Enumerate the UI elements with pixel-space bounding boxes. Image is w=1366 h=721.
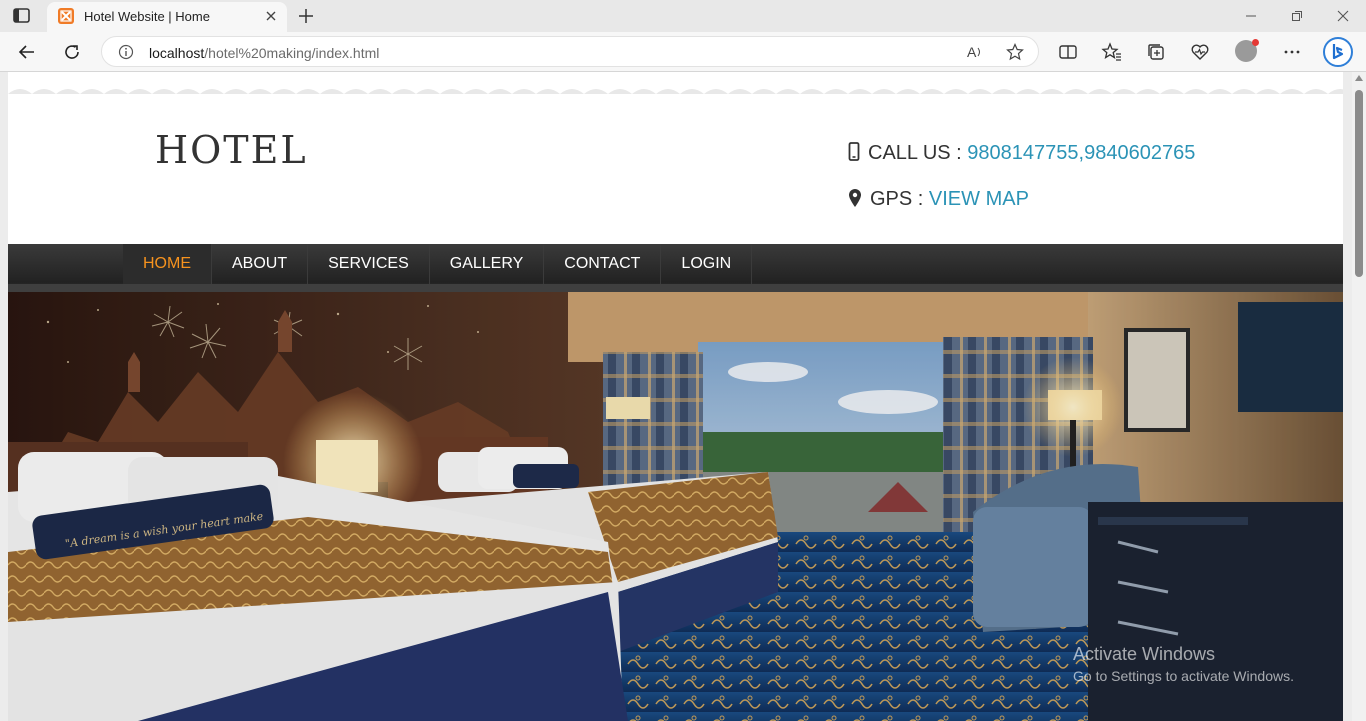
activate-windows-watermark: Activate Windows Go to Settings to activ…	[1073, 644, 1294, 684]
xampp-favicon-icon	[58, 8, 74, 24]
hotel-page: HOTEL CALL US : 9808147755,9840602765 GP…	[8, 72, 1343, 721]
call-us-line: CALL US : 9808147755,9840602765	[848, 142, 1195, 168]
scroll-up-arrow-icon[interactable]	[1355, 75, 1363, 81]
page-viewport: HOTEL CALL US : 9808147755,9840602765 GP…	[0, 72, 1366, 721]
notification-dot	[1252, 39, 1259, 46]
view-map-link[interactable]: VIEW MAP	[929, 188, 1029, 210]
close-tab-icon[interactable]	[264, 9, 278, 23]
call-us-label: CALL US :	[868, 142, 968, 164]
split-screen-icon[interactable]	[1057, 41, 1079, 63]
scrollbar-thumb[interactable]	[1355, 90, 1363, 277]
restore-icon[interactable]	[1287, 6, 1307, 26]
svg-text:A: A	[967, 44, 977, 60]
url-path: /hotel%20making/index.html	[204, 45, 380, 61]
tab-title: Hotel Website | Home	[84, 9, 210, 24]
bing-copilot-icon[interactable]	[1323, 37, 1353, 67]
activate-windows-title: Activate Windows	[1073, 644, 1216, 664]
gps-line: GPS : VIEW MAP	[848, 188, 1029, 214]
nav-bottom-strip	[8, 284, 1343, 292]
main-navigation-bar: HOME ABOUT SERVICES GALLERY CONTACT LOGIN	[8, 244, 1343, 292]
browser-toolbar: localhost/hotel%20making/index.html A	[0, 32, 1366, 72]
decorative-wave-border	[8, 89, 1343, 94]
minimize-icon[interactable]	[1241, 6, 1261, 26]
favorite-star-icon[interactable]	[1006, 43, 1024, 61]
menu-item-about[interactable]: ABOUT	[212, 244, 309, 284]
address-bar[interactable]: localhost/hotel%20making/index.html A	[101, 36, 1039, 67]
collections-icon[interactable]	[1145, 41, 1167, 63]
menu-item-home[interactable]: HOME	[123, 244, 212, 284]
browser-tab[interactable]: Hotel Website | Home	[47, 2, 287, 32]
menu-item-contact[interactable]: CONTACT	[544, 244, 662, 284]
gps-label: GPS :	[870, 188, 929, 210]
url-host: localhost	[149, 45, 205, 61]
menu-item-login[interactable]: LOGIN	[661, 244, 753, 284]
new-tab-icon[interactable]	[296, 6, 316, 26]
close-window-icon[interactable]	[1333, 6, 1353, 26]
browser-tab-bar: Hotel Website | Home	[0, 0, 1366, 32]
menu-item-gallery[interactable]: GALLERY	[430, 244, 545, 284]
back-arrow-icon[interactable]	[16, 41, 38, 63]
url-text[interactable]: localhost/hotel%20making/index.html	[149, 45, 379, 61]
phone-numbers-link[interactable]: 9808147755,9840602765	[967, 142, 1195, 164]
site-logo[interactable]: HOTEL	[155, 128, 308, 172]
map-marker-icon	[848, 188, 862, 214]
more-options-icon[interactable]	[1281, 41, 1303, 63]
phone-icon	[848, 142, 860, 168]
activate-windows-subtitle: Go to Settings to activate Windows.	[1073, 668, 1294, 684]
refresh-icon[interactable]	[61, 41, 83, 63]
favorites-icon[interactable]	[1101, 41, 1123, 63]
vertical-scrollbar[interactable]	[1352, 72, 1366, 721]
menu-item-services[interactable]: SERVICES	[308, 244, 430, 284]
main-menu: HOME ABOUT SERVICES GALLERY CONTACT LOGIN	[123, 244, 753, 284]
read-aloud-icon[interactable]: A	[966, 43, 984, 61]
info-icon[interactable]	[118, 44, 134, 60]
tab-actions-icon[interactable]	[12, 7, 32, 25]
browser-essentials-icon[interactable]	[1189, 41, 1211, 63]
